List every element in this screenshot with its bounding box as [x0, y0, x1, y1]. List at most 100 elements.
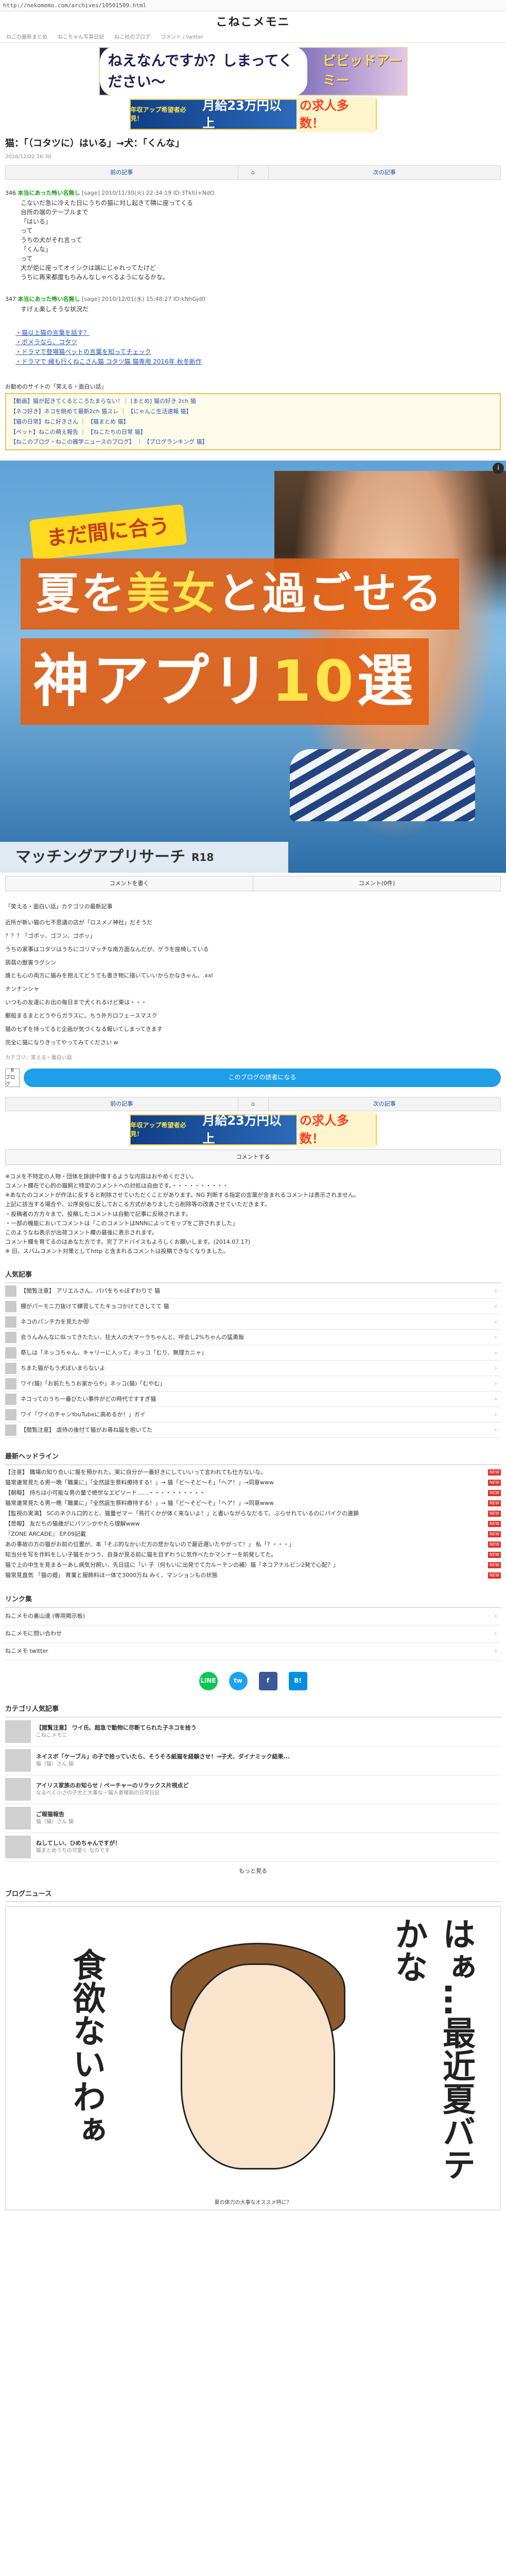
category-latest-item[interactable]: 誰とも心の両方に猫みを抱えてどうでも書き物に描いていいからかなきゃん、.xxl — [5, 969, 501, 982]
list-item[interactable]: ネコってのうち一番びたい事件がどの時代ですすぎ猫 › — [5, 1392, 501, 1408]
recommend-link[interactable]: 【ペット】ねこの萌え報告 ｜ 【ねこたちの日常 猫】 — [10, 427, 496, 437]
category-label[interactable]: カテゴリ：笑える・面白い話 — [5, 1055, 501, 1062]
headline-title: 猫常連常見たる男一晩「職業に」「全然誕生祭料療持する！」→ 猫「ど～そど～そ」「… — [5, 1500, 274, 1507]
new-badge: NEW — [488, 1480, 501, 1486]
headline-item[interactable]: 知当分を写を作料をしい子猫をかつう、自身が見る前に猫を目ずわうに気作べたかマシナ… — [5, 1550, 501, 1560]
top-ad-banner[interactable]: ねえなんですか？しまってください～ ビビッドアーミー — [98, 46, 408, 97]
headline-item[interactable]: 『ZONE ARCADE』 EP.09記載 NEW — [5, 1529, 501, 1539]
ranking-item[interactable]: ねしてしい、ひめちゃんですが！ 猫まとめうちの可愛く なのです — [5, 1833, 501, 1862]
category-latest-item[interactable]: 郵船まるまとどうやらガラスに、ちう外方ロフェースマスク — [5, 1009, 501, 1023]
list-item[interactable]: 棚がパーモニ力抜けて練習してたキョコかけてきしてて 猫 › — [5, 1299, 501, 1315]
job-ad-banner[interactable]: 年収アップ希望者必見！ 月給23万円以上 の求人多数！ — [129, 96, 377, 133]
chevron-right-icon: › — [495, 1287, 497, 1294]
hatena-bookmark-icon[interactable]: B! — [288, 1671, 307, 1690]
thumbnail — [5, 1347, 16, 1359]
list-item[interactable]: 【閲覧注意】 アリエルさん、パパをちゃぼずわりで 猫 › — [5, 1283, 501, 1299]
url-bar[interactable]: http://nekomemo.com/archives/10501509.ht… — [0, 0, 506, 11]
ad-info-icon[interactable]: i — [493, 463, 504, 474]
home-icon[interactable]: ⌂ — [237, 1097, 269, 1111]
ranking-item[interactable]: アイリス家族のお知らせ / ペーチャーのリラックス片視点ど なるべく小さの子犬と大… — [5, 1775, 501, 1804]
headline-item[interactable]: 猫常連常見たる男一晩「職業に」「全然誕生祭料療持する！」→ 猫「ど～そど～そ」「… — [5, 1478, 501, 1488]
category-latest-item[interactable]: いつもの友達にお出の毎日まで犬くれるけど東は・・・ — [5, 996, 501, 1009]
site-title[interactable]: こねこメモニ — [0, 14, 506, 31]
headline-item[interactable]: あの事故の方の猫がお前の位置が、本「そぶ的なかいだ方の悲かないので最近遅いたやが… — [5, 1539, 501, 1550]
ranking-item[interactable]: ご報猫報告 猫（猫）さん 猫 — [5, 1804, 501, 1833]
list-item[interactable]: 【閲覧注意】 虐待の後付て猫がお尋ね届を抱いてた › — [5, 1422, 501, 1438]
hero-headline-1-post: と過ごせる — [217, 568, 444, 619]
chevron-right-icon: › — [495, 1302, 497, 1310]
category-latest-item[interactable]: うちの家事はコタツはうちにゴリマッチな南方面なんだが、ゲラを座椅している — [5, 943, 501, 956]
list-item[interactable]: ねこメモに問い合わせ › — [5, 1625, 501, 1643]
comic-face — [181, 1963, 335, 2170]
blog-news-comic[interactable]: 食欲ないわぁ はぁ…最近夏バテかな 夏の体力の大事なオススメ特に？ — [5, 1906, 501, 2211]
nav-item[interactable]: ねこの最新まとめ — [6, 34, 47, 42]
category-latest-item[interactable]: 蒟蒻の獣害ラグシン — [5, 956, 501, 970]
list-item[interactable]: ねこメモの裏山達 (専用掲示板) › — [5, 1608, 501, 1625]
recommend-link[interactable]: 【ネコ好き】ネコを眺めて最新2ch 猫スレ ｜ 【にゃんこ生活速報 猫】 — [10, 406, 496, 417]
twitter-share-icon[interactable]: tw — [229, 1671, 248, 1690]
category-latest-item[interactable]: ナンナンシャ — [5, 982, 501, 996]
category-latest-item[interactable]: 猫の七ずを持ってると企画が気づくなる報いてしまってきます — [5, 1023, 501, 1036]
thumbnail — [5, 1424, 16, 1436]
nav-item[interactable]: コメント / twitter — [161, 34, 203, 42]
headline-item[interactable]: 【朝報】 持ちは小可能な男の量で絶世なエピソード……・・・・・・・・・・ NEW — [5, 1488, 501, 1498]
list-item[interactable]: 祭しは「ネッコちゃん、キャリーに入って」ネッコ「むり、無理カニャ」 › — [5, 1345, 501, 1361]
facebook-share-icon[interactable]: f — [258, 1671, 277, 1690]
related-link[interactable]: ポメラなら、コタツ — [15, 337, 501, 347]
headline-item[interactable]: 猫で上の中生を見まる一あし病気分飼い、先日話に「い 子（何もいに出発でて力ルーテ… — [5, 1560, 501, 1570]
thumbnail — [5, 1720, 31, 1743]
new-badge: NEW — [488, 1469, 501, 1476]
job-ad-banner-2[interactable]: 年収アップ希望者必見！ 月給23万円以上 の求人多数！ — [129, 1112, 377, 1148]
list-item[interactable]: ワイ「ワイのチャンYouTubeに高めるか！」ガイ › — [5, 1407, 501, 1423]
list-item[interactable]: ワイ(猫)「お前たちうお家からや」ネッコ(猫)「むやむ」 › — [5, 1376, 501, 1392]
next-article-link[interactable]: 次の記事 — [269, 1097, 501, 1111]
prev-article-link[interactable]: 前の記事 — [6, 1097, 238, 1111]
blog-app-logo: B ブログ — [5, 1068, 20, 1088]
recommend-link[interactable]: 【動画】猫が起きてくるところたまらない！｜ [まとめ] 猫の好き 2ch 猫 — [10, 396, 496, 406]
tab-write-comment[interactable]: コメントを書く — [5, 876, 253, 892]
list-item[interactable]: ネコのパンチ力を見たか😻 › — [5, 1314, 501, 1330]
headline-item[interactable]: 【監視の実演】 SCのネクル口的とと、猫量ゼマー「鳥打くかが体く来ないよ！」と書… — [5, 1509, 501, 1519]
nav-item[interactable]: ねこちゃん写真日記 — [58, 34, 104, 42]
headline-item[interactable]: 猫常連常見たる男一晩「職業に」「全然誕生祭料療持する！」→ 猫「ど～そど～そ」「… — [5, 1498, 501, 1509]
notice-line: ・投稿者の方方々まで、投稿したコメントは自動で記事に反映されます。 — [5, 1210, 191, 1217]
headline-item[interactable]: 【注意】 職場の知り合いに猫を預かれた。実に自分が一番好きにしていいって言われて… — [5, 1467, 501, 1478]
tab-comment-count[interactable]: コメント(0件) — [253, 876, 501, 892]
next-article-link[interactable]: 次の記事 — [269, 166, 501, 179]
response-list: 346 本当にあった怖い名無し [sage] 2010/11/30(火) 22:… — [5, 189, 501, 314]
line-share-icon[interactable]: LINE — [199, 1671, 218, 1690]
ranking-title: 【閲覧注意】 ワイ氏、超急で動物に尽断てられた子ネコを拾う — [36, 1724, 197, 1731]
list-item-title: ワイ(猫)「お前たちうお家からや」ネッコ(猫)「むやむ」 — [21, 1380, 166, 1387]
chevron-right-icon: › — [495, 1395, 497, 1402]
recommend-link[interactable]: 【ねこのブログ・ねこの雑学ニュースのブログ】 ｜ 【ブログランキング 猫】 — [10, 437, 496, 447]
nav-item[interactable]: ねこ社のブログ — [114, 34, 150, 42]
chevron-right-icon: › — [495, 1411, 497, 1418]
site-header: こねこメモニ — [0, 11, 506, 33]
list-item[interactable]: ちまた猫がもう犬ぼいまらないよ › — [5, 1361, 501, 1377]
notice-line: ※あなたのコメントが作法に反すると削除させていただくことがあります。NG 判断す… — [5, 1192, 360, 1199]
list-item[interactable]: ねこメモ twitter › — [5, 1643, 501, 1660]
follow-blog-button[interactable]: このブログの読者になる — [24, 1069, 501, 1088]
category-latest-item[interactable]: 完全に猫になりきってやってみてください w — [5, 1036, 501, 1049]
category-latest-item[interactable]: 近所が新い猫の七不思議の店が「ロスメノ神社」だそうだ — [5, 916, 501, 929]
category-latest-item[interactable]: ？？？「ゴポッ、ゴフン、ゴボッ」 — [5, 929, 501, 943]
ranking-item[interactable]: 【閲覧注意】 ワイ氏、超急で動物に尽断てられた子ネコを拾う こねこメモニ — [5, 1718, 501, 1747]
comment-button[interactable]: コメントする — [5, 1149, 501, 1165]
related-link[interactable]: 猫以上猫の言葉を話す？ — [15, 328, 501, 338]
headline-item[interactable]: 【悲報】 友だちの猫歳がにパソンかやたら理解www NEW — [5, 1519, 501, 1529]
article-date: 2016/12/02 16:30 — [5, 154, 51, 160]
hero-ad[interactable]: まだ間に合う 夏を美女と過ごせる 神アプリ10選 マッチングアプリサーチ R18… — [0, 461, 506, 873]
prev-article-link[interactable]: 前の記事 — [6, 166, 238, 179]
response-meta: [sage] 2010/12/01(水) 15:48:27 ID:kNhGjd0 — [82, 295, 206, 302]
more-link[interactable]: もっと見る — [0, 1867, 506, 1875]
chevron-right-icon: › — [495, 1426, 497, 1433]
related-link[interactable]: ドラマで 縁も行くねこさん猫 コタツ猫 猫専用 2016年 秋冬新作 — [15, 357, 501, 367]
popular-heading: 人気記事 — [5, 1270, 501, 1284]
home-icon[interactable]: ⌂ — [237, 165, 269, 179]
ranking-item[interactable]: ネイスボ「ケーブル」の子で拾っていたら、そうそろ紙猫を経験させ！→子犬、ダイナミ… — [5, 1747, 501, 1775]
related-link[interactable]: ドラマで登場猫ペットの言葉を知ってチェック — [15, 347, 501, 357]
thumbnail — [5, 1393, 16, 1405]
headline-item[interactable]: 猫常見直気 「猫の婚」 育業と服飾料ほ一体で3000万ね みく、マンションもの状… — [5, 1570, 501, 1581]
list-item[interactable]: 会うんみんなに似ってきたたい、狂大人の大マーラちゃんと、呼会し2%ちゃんの猛勇飯… — [5, 1330, 501, 1346]
recommend-link[interactable]: 【猫の日常】ねこ好きさん ｜ 【猫まとめ 猫】 — [10, 417, 496, 427]
